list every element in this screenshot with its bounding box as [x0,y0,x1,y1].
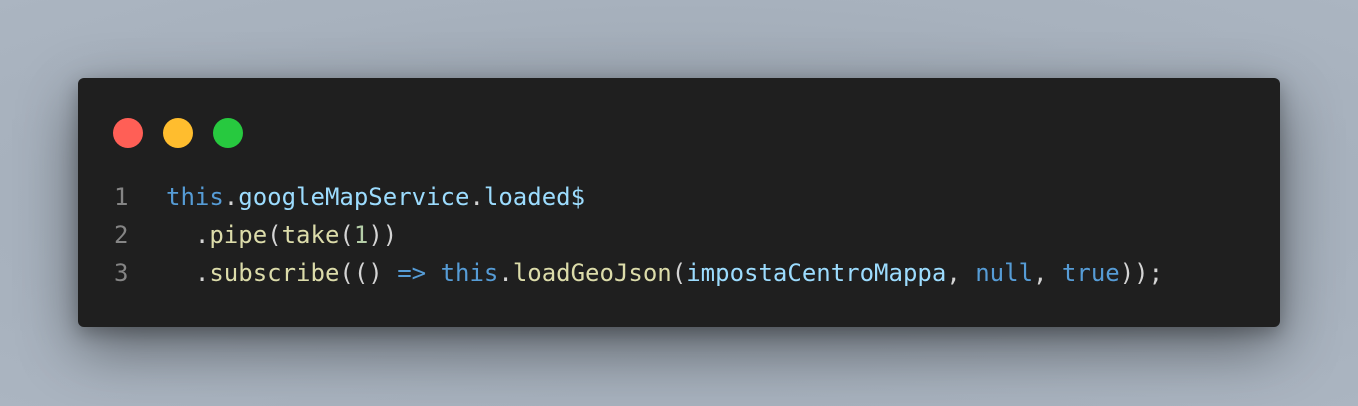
code-token: impostaCentroMappa [686,259,947,287]
code-token: loadGeoJson [512,259,672,287]
code-token: , [1033,259,1062,287]
code-block: 1 this.googleMapService.loaded$ 2 .pipe(… [114,178,1260,292]
code-token: take [281,221,340,249]
close-dot[interactable] [113,118,143,148]
code-token: (() [339,259,398,287]
code-token: 1 [353,221,369,249]
code-token: )); [1119,259,1164,287]
code-token: null [975,259,1034,287]
code-token: subscribe [209,259,340,287]
code-token: loaded$ [483,183,586,211]
code-token: )) [368,221,398,249]
code-token: . [166,221,210,249]
code-text: .subscribe(() => this.loadGeoJson(impost… [166,259,1163,287]
code-token: => [397,259,427,287]
line-number: 2 [114,221,129,249]
code-token: googleMapService [238,183,470,211]
code-token: this [166,183,224,211]
code-line: 3 .subscribe(() => this.loadGeoJson(impo… [114,254,1260,292]
code-token: ( [339,221,354,249]
window-controls [113,118,243,148]
code-token: . [223,183,239,211]
code-token: ( [671,259,687,287]
code-token: pipe [209,221,268,249]
code-line: 2 .pipe(take(1)) [114,216,1260,254]
code-token: , [946,259,976,287]
code-token: ( [267,221,282,249]
line-number: 3 [114,259,129,287]
code-line: 1 this.googleMapService.loaded$ [114,178,1260,216]
code-token: . [498,259,513,287]
code-window: 1 this.googleMapService.loaded$ 2 .pipe(… [78,78,1280,327]
maximize-dot[interactable] [213,118,243,148]
line-number: 1 [114,183,129,211]
code-token: true [1061,259,1120,287]
minimize-dot[interactable] [163,118,193,148]
code-text: .pipe(take(1)) [166,221,397,249]
code-token: this [440,259,499,287]
code-text: this.googleMapService.loaded$ [166,183,585,211]
code-token: . [166,259,210,287]
code-token: . [469,183,484,211]
